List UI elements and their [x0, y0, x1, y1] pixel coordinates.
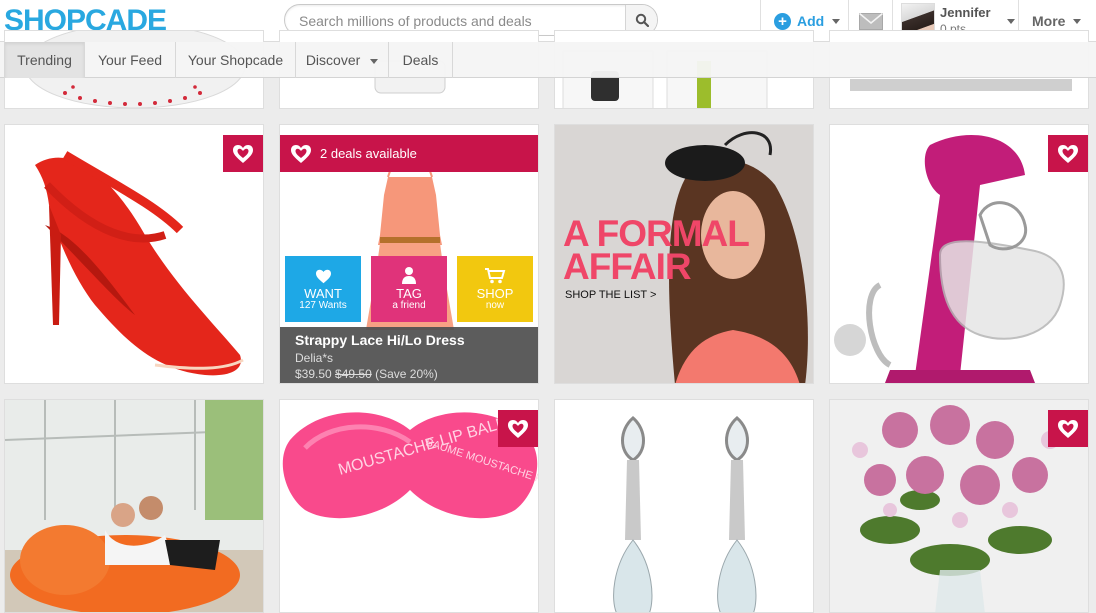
- tab-your-shopcade[interactable]: Your Shopcade: [176, 42, 296, 78]
- tab-discover[interactable]: Discover: [296, 42, 389, 78]
- heart-icon: [1058, 144, 1078, 163]
- product-info: Strappy Lace Hi/Lo Dress Delia*s $39.50 …: [280, 327, 538, 383]
- tab-label: Discover: [305, 52, 361, 68]
- product-name[interactable]: Strappy Lace Hi/Lo Dress: [295, 332, 538, 348]
- shop-label: SHOP: [476, 286, 514, 301]
- heart-badge[interactable]: [1048, 410, 1088, 447]
- product-image: [5, 400, 263, 612]
- heart-icon: [1058, 419, 1078, 438]
- deal-card-strappy-dress[interactable]: 2 deals available WANT 127 Wants TAG a f…: [279, 124, 539, 384]
- deals-count: 2 deals available: [320, 146, 417, 161]
- tag-label: TAG: [396, 286, 422, 301]
- person-icon: [402, 267, 416, 284]
- tab-label: Your Shopcade: [187, 52, 284, 68]
- product-card-bean-bag[interactable]: [4, 399, 264, 613]
- shop-the-list-link[interactable]: SHOP THE LIST >: [565, 289, 656, 301]
- product-card-moustache-lip-balm[interactable]: MOUSTACHE LIP BALM BAUME MOUSTACHE POUR …: [279, 399, 539, 613]
- tab-trending[interactable]: Trending: [4, 42, 85, 78]
- user-name: Jennifer: [940, 5, 991, 20]
- nav-bar: Trending Your Feed Your Shopcade Discove…: [0, 42, 1096, 78]
- store-name[interactable]: Delia*s: [295, 351, 538, 365]
- heart-badge[interactable]: [223, 135, 263, 172]
- shop-sub: now: [485, 300, 505, 311]
- tag-button[interactable]: TAG a friend: [371, 256, 447, 322]
- tab-label: Deals: [402, 52, 439, 68]
- old-price: $49.50: [335, 367, 372, 381]
- price-line: $39.50 $49.50 (Save 20%): [295, 367, 538, 381]
- chevron-down-icon: [1073, 18, 1082, 24]
- heart-icon: [315, 269, 331, 284]
- tab-your-feed[interactable]: Your Feed: [85, 42, 176, 78]
- tag-sub: a friend: [392, 300, 426, 311]
- price: $39.50: [295, 367, 332, 381]
- tab-label: Trending: [17, 52, 72, 68]
- want-button[interactable]: WANT 127 Wants: [285, 256, 361, 322]
- promo-title-line2: AFFAIR: [563, 246, 692, 287]
- product-card-stand-mixer[interactable]: [829, 124, 1089, 384]
- tab-deals[interactable]: Deals: [389, 42, 453, 78]
- heart-icon: [291, 144, 311, 163]
- chevron-down-icon: [370, 58, 379, 64]
- envelope-icon: [858, 12, 883, 30]
- tab-label: Your Feed: [97, 52, 163, 68]
- product-image: [613, 416, 757, 612]
- search-input[interactable]: [299, 11, 619, 31]
- product-card-rose-bouquet[interactable]: [829, 399, 1089, 613]
- savings: (Save 20%): [375, 367, 438, 381]
- product-card-crystal-earrings[interactable]: [554, 399, 814, 613]
- heart-icon: [233, 144, 253, 163]
- heart-badge[interactable]: [1048, 135, 1088, 172]
- search-icon: [635, 13, 649, 27]
- shop-button[interactable]: SHOP now: [457, 256, 533, 322]
- product-card-red-heels[interactable]: [4, 124, 264, 384]
- cart-icon: [485, 268, 506, 284]
- deals-banner[interactable]: 2 deals available: [280, 135, 538, 172]
- promo-title: A FORMAL AFFAIR: [563, 215, 750, 287]
- heart-badge[interactable]: [498, 410, 538, 447]
- more-label: More: [1032, 13, 1066, 29]
- plus-icon: +: [774, 12, 791, 30]
- heart-icon: [508, 419, 528, 438]
- chevron-down-icon: [1007, 19, 1015, 24]
- promo-card-formal-affair[interactable]: A FORMAL AFFAIR SHOP THE LIST >: [554, 124, 814, 384]
- add-label: Add: [797, 13, 825, 29]
- want-count: 127 Wants: [299, 300, 347, 311]
- chevron-down-icon: [832, 18, 841, 24]
- want-label: WANT: [304, 286, 342, 301]
